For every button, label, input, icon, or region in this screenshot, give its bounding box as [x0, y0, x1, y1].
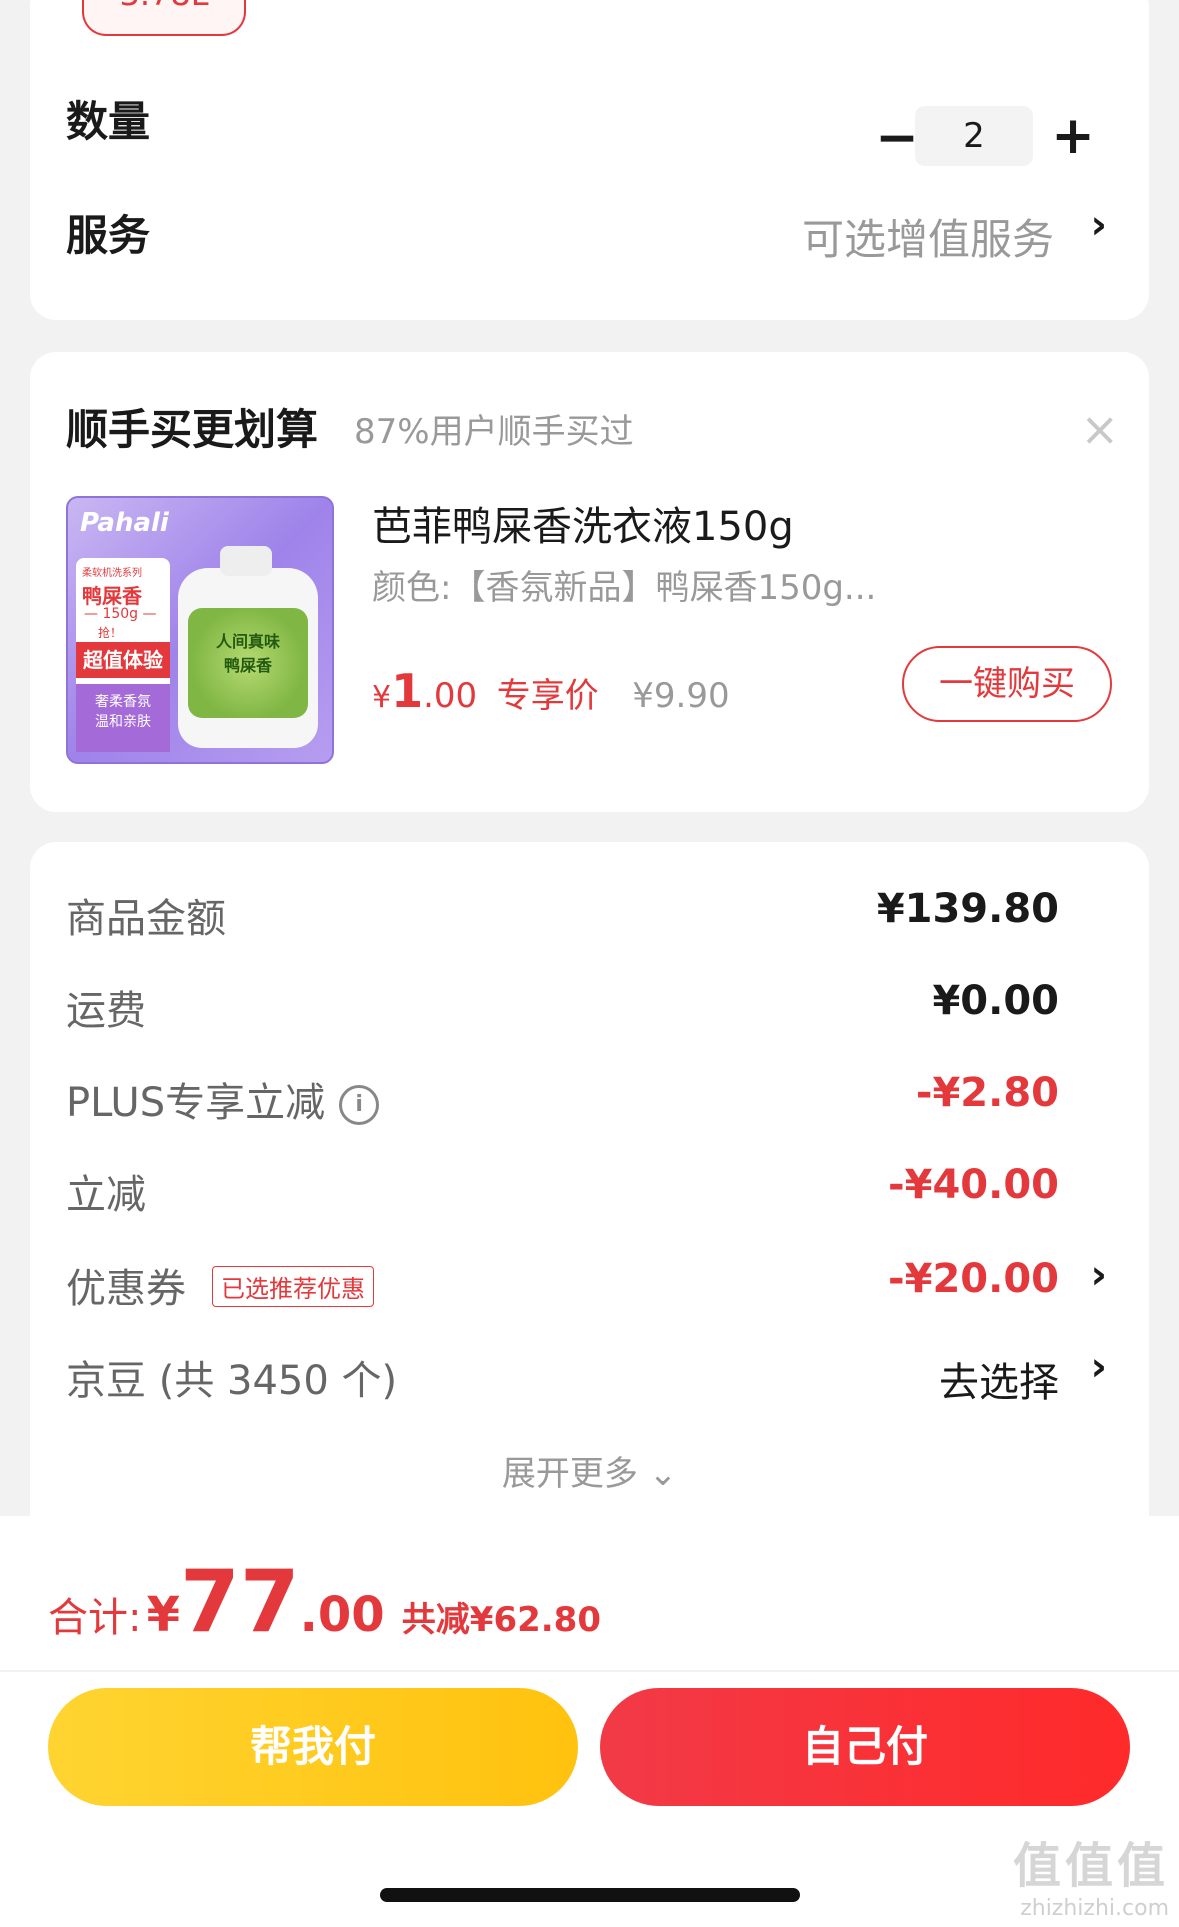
coupon-chevron-icon[interactable]: › [1091, 1252, 1107, 1298]
plus-discount-row: PLUS专享立减 i [66, 1070, 380, 1128]
shipping-value: ¥0.00 [932, 978, 1059, 1024]
total-price: 合计: ¥77.00 共减¥62.80 [48, 1552, 601, 1652]
total-decimal: .00 [299, 1587, 385, 1643]
jingdou-select-button[interactable]: 去选择 [939, 1350, 1059, 1408]
quantity-increase-button[interactable]: + [1048, 106, 1098, 166]
fee-card: 商品金额 ¥139.80 运费 ¥0.00 PLUS专享立减 i -¥2.80 立… [30, 842, 1149, 1542]
tag-line: 奢柔香氛 [95, 694, 151, 710]
instant-discount-value: -¥40.00 [888, 1162, 1059, 1208]
info-icon[interactable]: i [339, 1085, 380, 1125]
watermark-url: zhizhizhi.com [1020, 1896, 1169, 1921]
checkout-bar: 合计: ¥77.00 共减¥62.80 帮我付 自己付 值值值 zhizhizh… [0, 1516, 1179, 1927]
coupon-label: 优惠券 [66, 1266, 186, 1312]
home-indicator[interactable] [380, 1888, 800, 1902]
quantity-label: 数量 [66, 97, 151, 146]
recommend-subtitle: 87%用户顺手买过 [354, 412, 634, 452]
bottle-text: 鸭屎香 [223, 656, 272, 675]
jingdou-chevron-icon[interactable]: › [1091, 1344, 1107, 1390]
service-selector[interactable]: 可选增值服务 [802, 206, 1054, 267]
tag-line: 奢柔香氛 温和亲肤 [76, 684, 170, 752]
price-integer: 1 [391, 664, 424, 718]
total-label: 合计: [48, 1595, 142, 1641]
expand-more-label: 展开更多 [501, 1454, 638, 1494]
tag-line: 鸭屎香 [82, 584, 142, 608]
tag-line: 柔软机洗系列 [82, 568, 142, 579]
goods-amount-label: 商品金额 [66, 896, 226, 942]
product-title[interactable]: 芭菲鸭屎香洗衣液150g [372, 494, 794, 552]
service-chevron-icon[interactable]: › [1091, 202, 1107, 248]
watermark: 值值值 zhizhizhi.com [1013, 1826, 1169, 1921]
volume-option-chip[interactable]: 3.78L [82, 0, 246, 36]
expand-more-button[interactable]: 展开更多 ⌄ [30, 1446, 1149, 1495]
recommend-card: 顺手买更划算 87%用户顺手买过 × Pahali 柔软机洗系列 鸭屎香 — 1… [30, 352, 1149, 812]
watermark-logo: 值值值 [1012, 1838, 1169, 1894]
brand-logo: Pahali [80, 508, 169, 538]
product-attribute: 颜色:【香氛新品】鸭屎香150g... [372, 568, 877, 608]
quantity-input[interactable]: 2 [915, 106, 1033, 166]
one-click-buy-button[interactable]: 一键购买 [902, 646, 1112, 722]
service-label: 服务 [66, 211, 151, 260]
coupon-badge: 已选推荐优惠 [212, 1266, 374, 1307]
price-decimal: .00 [423, 676, 478, 716]
product-tag-card: 柔软机洗系列 鸭屎香 — 150g — 抢！ 超值体验 奢柔香氛 温和亲肤 [76, 558, 170, 752]
tag-line: — 150g — [84, 606, 157, 622]
goods-amount-value: ¥139.80 [876, 886, 1059, 932]
total-symbol: ¥ [146, 1587, 180, 1643]
original-price: ¥9.90 [632, 676, 730, 716]
pay-myself-button[interactable]: 自己付 [600, 1688, 1130, 1806]
close-icon[interactable]: × [1080, 402, 1119, 456]
product-image[interactable]: Pahali 柔软机洗系列 鸭屎香 — 150g — 抢！ 超值体验 奢柔香氛 … [66, 496, 334, 764]
spec-card: 3.78L 数量 − 2 + 服务 可选增值服务 › [30, 0, 1149, 320]
shipping-label: 运费 [66, 988, 146, 1034]
jingdou-label: 京豆 (共 3450 个) [66, 1358, 398, 1404]
plus-discount-label: PLUS专享立减 [66, 1080, 326, 1126]
plus-discount-value: -¥2.80 [915, 1070, 1059, 1116]
help-me-pay-button[interactable]: 帮我付 [48, 1688, 578, 1806]
recommend-title: 顺手买更划算 [66, 405, 319, 454]
bottle-cap [220, 546, 272, 576]
price-tag: 专享价 [496, 676, 599, 716]
chevron-down-icon: ⌄ [648, 1454, 678, 1494]
divider [0, 1670, 1179, 1672]
total-integer: 77 [179, 1552, 300, 1652]
instant-discount-label: 立减 [66, 1172, 146, 1218]
bottle-text: 人间真味 [215, 632, 280, 651]
product-price: ¥1.00 专享价 ¥9.90 [372, 664, 730, 718]
tag-line: 超值体验 [76, 642, 170, 678]
tag-line: 温和亲肤 [95, 714, 151, 730]
coupon-value[interactable]: -¥20.00 [888, 1256, 1059, 1302]
bottle-illustration: 人间真味 鸭屎香 [178, 546, 318, 748]
bottle-label: 人间真味 鸭屎香 [188, 608, 308, 718]
price-symbol: ¥ [372, 680, 392, 715]
tag-line: 抢！ [98, 626, 123, 640]
total-saved: 共减¥62.80 [401, 1600, 601, 1640]
